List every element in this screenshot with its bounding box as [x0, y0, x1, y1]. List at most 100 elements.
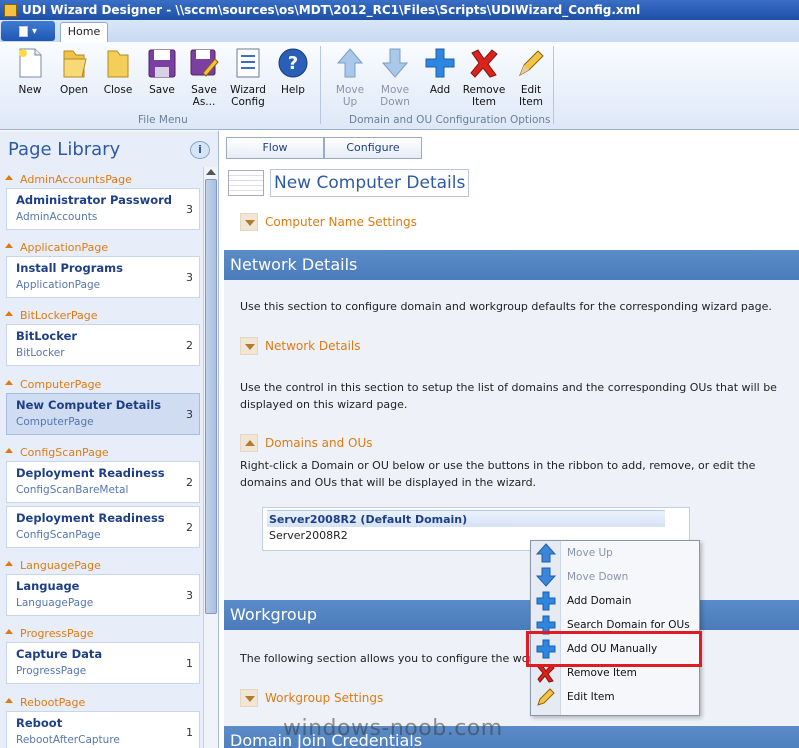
list-item[interactable]: Deployment Readiness ConfigScanBareMetal… [6, 461, 200, 503]
item-count: 2 [186, 476, 193, 489]
close-folder-icon [102, 46, 134, 80]
close-button[interactable]: Close [96, 46, 140, 96]
tab-flow[interactable]: Flow [226, 137, 324, 159]
list-item[interactable]: Reboot RebootAfterCapture 1 [6, 711, 200, 748]
item-count: 1 [186, 657, 193, 670]
title-bar: UDI Wizard Designer - \\sccm\sources\os\… [0, 0, 799, 20]
view-tabs: Flow Configure [226, 137, 422, 159]
menu-item-move-up[interactable]: Move Up [533, 541, 697, 565]
page-title: New Computer Details [270, 169, 470, 197]
edit-item-button[interactable]: Edit Item [509, 46, 553, 108]
ribbon-group-separator [320, 46, 321, 124]
new-button[interactable]: New [8, 46, 52, 96]
menu-item-move-down[interactable]: Move Down [533, 565, 697, 589]
ribbon-group-separator-end [553, 46, 554, 124]
category-computer[interactable]: ComputerPage [4, 376, 200, 392]
help-button[interactable]: ? Help [271, 46, 315, 96]
remove-item-button[interactable]: Remove Item [462, 46, 506, 108]
category-label: ComputerPage [20, 377, 102, 391]
computer-name-settings-expander[interactable]: Computer Name Settings [240, 213, 417, 231]
expander-label: Network Details [265, 339, 361, 353]
save-as-button[interactable]: Save As... [182, 46, 226, 108]
network-details-expander[interactable]: Network Details [240, 337, 361, 355]
arrow-up-icon [533, 542, 559, 564]
help-label: Help [281, 84, 305, 96]
item-subtitle: ComputerPage [16, 416, 94, 428]
category-reboot[interactable]: RebootPage [4, 694, 200, 710]
domain-item-default[interactable]: Server2008R2 (Default Domain) [267, 510, 665, 527]
item-subtitle: RebootAfterCapture [16, 734, 120, 746]
menu-item-add-domain[interactable]: Add Domain [533, 589, 697, 613]
ribbon-tab-row: ▾ Home [0, 20, 799, 42]
tab-home[interactable]: Home [60, 22, 108, 42]
wizard-config-button[interactable]: Wizard Config [226, 46, 270, 108]
collapse-icon [4, 628, 14, 638]
application-menu-button[interactable]: ▾ [1, 21, 55, 41]
category-label: LanguagePage [20, 558, 101, 572]
workgroup-settings-expander[interactable]: Workgroup Settings [240, 689, 383, 707]
open-button[interactable]: Open [52, 46, 96, 96]
item-title: Reboot [16, 716, 63, 730]
list-item-selected[interactable]: New Computer Details ComputerPage 3 [6, 393, 200, 435]
close-label: Close [103, 84, 133, 96]
network-description: Use this section to configure domain and… [240, 300, 772, 313]
category-language[interactable]: LanguagePage [4, 557, 200, 573]
wizard-config-label: Wizard Config [230, 84, 266, 108]
item-count: 3 [186, 589, 193, 602]
add-button[interactable]: Add [418, 46, 462, 96]
info-icon[interactable]: i [190, 141, 210, 159]
domain-item[interactable]: Server2008R2 [269, 529, 348, 542]
chevron-up-icon [240, 434, 258, 452]
workgroup-band: Workgroup [224, 600, 799, 630]
edit-icon [515, 46, 547, 80]
page-thumbnail-icon [228, 170, 264, 196]
app-icon [4, 3, 17, 17]
new-label: New [18, 84, 42, 96]
category-progress[interactable]: ProgressPage [4, 625, 200, 641]
file-menu-group-label: File Menu [138, 114, 188, 126]
page-library-scrollbar[interactable] [203, 167, 218, 748]
window-title: UDI Wizard Designer - \\sccm\sources\os\… [22, 3, 641, 17]
item-title: BitLocker [16, 329, 78, 343]
domains-and-ous-expander[interactable]: Domains and OUs [240, 434, 373, 452]
save-as-label: Save As... [191, 84, 217, 108]
arrow-down-icon [379, 46, 411, 80]
category-application[interactable]: ApplicationPage [4, 239, 200, 255]
save-button[interactable]: Save [140, 46, 184, 96]
category-label: BitLockerPage [20, 308, 98, 322]
scrollbar-thumb[interactable] [205, 179, 217, 614]
domains-help-text: Right-click a Domain or OU below or use … [240, 459, 756, 489]
category-adminaccounts[interactable]: AdminAccountsPage [4, 171, 200, 187]
new-document-icon [14, 46, 46, 80]
list-item[interactable]: BitLocker BitLocker 2 [6, 324, 200, 366]
scroll-up-icon[interactable] [206, 169, 216, 175]
list-item[interactable]: Language LanguagePage 3 [6, 574, 200, 616]
domain-group-label: Domain and OU Configuration Options [349, 114, 551, 126]
remove-item-label: Remove Item [462, 84, 506, 108]
item-subtitle: AdminAccounts [16, 211, 98, 223]
help-icon: ? [277, 46, 309, 80]
move-down-button[interactable]: Move Down [373, 46, 417, 108]
configure-pane: Flow Configure New Computer Details Comp… [220, 131, 799, 748]
list-item[interactable]: Deployment Readiness ConfigScanPage 2 [6, 506, 200, 548]
category-configscan[interactable]: ConfigScanPage [4, 444, 200, 460]
list-item[interactable]: Administrator Password AdminAccounts 3 [6, 188, 200, 230]
tab-configure[interactable]: Configure [324, 137, 422, 159]
add-label: Add [429, 84, 451, 96]
menu-item-label: Remove Item [567, 667, 637, 679]
save-icon [146, 46, 178, 80]
item-count: 2 [186, 521, 193, 534]
expander-label: Domains and OUs [265, 436, 373, 450]
network-details-band: Network Details [224, 250, 799, 280]
collapse-icon [4, 310, 14, 320]
edit-icon [533, 686, 559, 708]
chevron-down-icon [240, 337, 258, 355]
category-bitlocker[interactable]: BitLockerPage [4, 307, 200, 323]
menu-item-edit-item[interactable]: Edit Item [533, 685, 697, 709]
move-up-label: Move Up [335, 84, 365, 108]
menu-item-label: Move Down [567, 571, 629, 583]
list-item[interactable]: Capture Data ProgressPage 1 [6, 642, 200, 684]
move-up-button[interactable]: Move Up [328, 46, 372, 108]
item-title: Deployment Readiness [16, 466, 165, 480]
list-item[interactable]: Install Programs ApplicationPage 3 [6, 256, 200, 298]
